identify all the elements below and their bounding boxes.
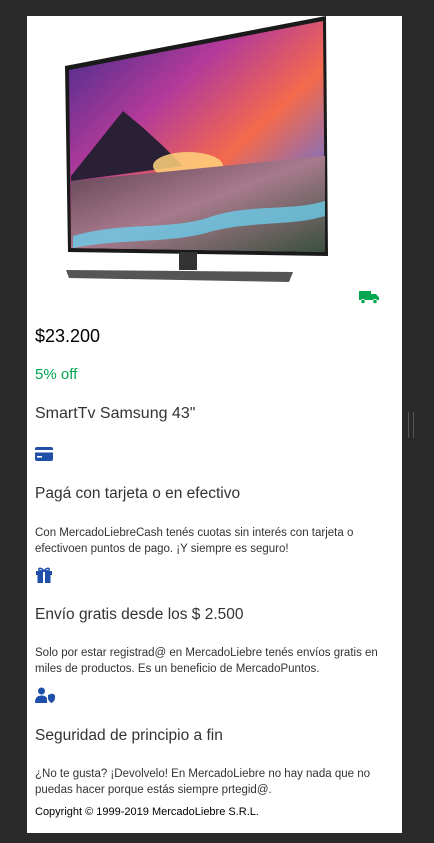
benefit-description-payment: Con MercadoLiebreCash tenés cuotas sin i…: [35, 527, 354, 555]
credit-card-icon: [35, 447, 53, 461]
benefit-title-security: Seguridad de principio a fin: [35, 727, 223, 744]
benefit-description-security: ¿No te gusta? ¡Devolvelo! En MercadoLieb…: [35, 768, 370, 796]
scrollbar-handle[interactable]: [408, 412, 414, 438]
copyright-notice: Copyright © 1999-2019 MercadoLiebre S.R.…: [35, 806, 259, 818]
product-price: $23.200: [35, 326, 101, 346]
benefit-title-payment: Pagá con tarjeta o en efectivo: [35, 485, 241, 502]
product-title[interactable]: SmartTv Samsung 43": [35, 405, 195, 423]
discount-badge: 5% off: [35, 366, 78, 383]
truck-icon: [359, 291, 379, 304]
user-shield-icon: [35, 687, 55, 703]
benefit-description-shipping: Solo por estar registrad@ en MercadoLieb…: [35, 647, 378, 675]
product-image[interactable]: [63, 16, 343, 286]
gift-icon: [36, 567, 52, 583]
product-card: $23.200 5% off SmartTv Samsung 43" Pagá …: [27, 16, 402, 833]
benefit-title-shipping: Envío gratis desde los $ 2.500: [35, 606, 244, 623]
